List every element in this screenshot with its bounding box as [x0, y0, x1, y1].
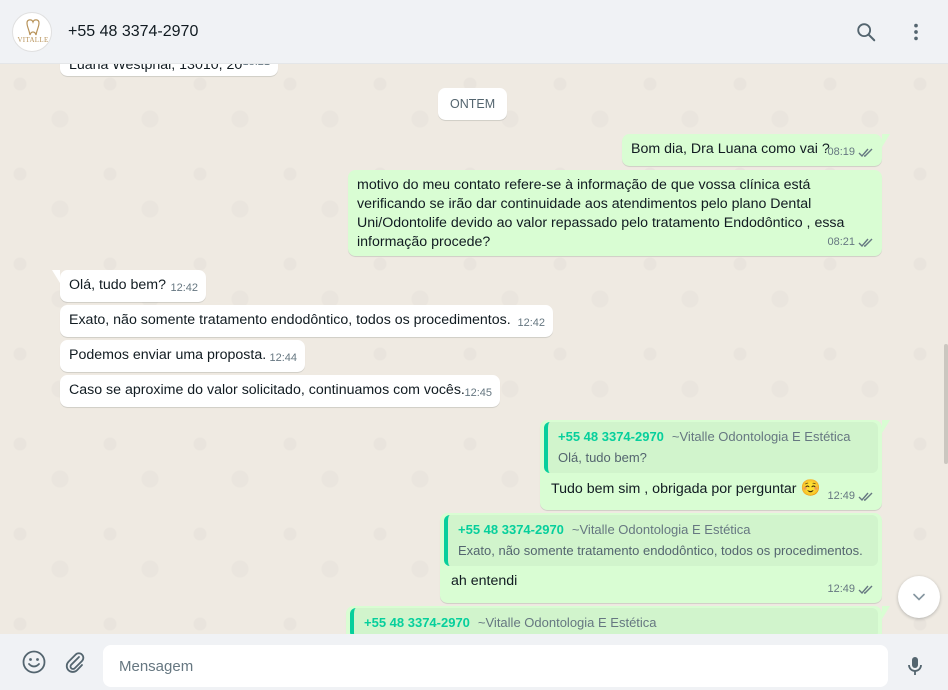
emoji-button[interactable]: [17, 645, 51, 679]
message-bubble-outgoing[interactable]: Bom dia, Dra Luana como vai ? 08:19: [622, 134, 890, 166]
message-meta: 12:44: [269, 349, 297, 368]
message-text: Exato, não somente tratamento endodôntic…: [69, 312, 511, 328]
message-text: motivo do meu contato refere-se à inform…: [357, 177, 845, 250]
quoted-author-name: ~Vitalle Odontologia E Estética: [477, 615, 657, 630]
search-icon: [857, 23, 876, 42]
composer-bar: [0, 634, 948, 690]
double-check-icon: [858, 148, 873, 158]
message-bubble-incoming[interactable]: Olá, tudo bem? 12:42: [52, 270, 206, 302]
double-check-icon: [858, 238, 873, 248]
message-bubble-outgoing-reply[interactable]: +55 48 3374-2970 ~Vitalle Odontologia E E…: [346, 606, 890, 634]
scrollbar[interactable]: [944, 344, 948, 464]
header-actions: [846, 0, 948, 64]
date-separator: ONTEM: [438, 88, 508, 120]
message-meta: 12:45: [464, 384, 492, 403]
quoted-author-name: ~Vitalle Odontologia E Estética: [671, 429, 851, 444]
contact-avatar[interactable]: VITALLE: [12, 11, 52, 52]
message-time: 12:44: [269, 352, 297, 364]
double-check-icon: [858, 585, 873, 595]
tooth-logo-icon: [26, 18, 40, 35]
message-bubble-outgoing[interactable]: motivo do meu contato refere-se à inform…: [348, 170, 882, 256]
message-bubble-partial[interactable]: Luana Westphal, 13010, 20 18:21: [60, 64, 278, 76]
quoted-message[interactable]: +55 48 3374-2970 ~Vitalle Odontologia E E…: [350, 608, 878, 634]
attach-button[interactable]: [58, 645, 92, 679]
message-bubble-incoming[interactable]: Podemos enviar uma proposta. 12:44: [60, 340, 305, 372]
quoted-author: +55 48 3374-2970: [364, 615, 470, 630]
message-text: ah entendi: [451, 573, 518, 589]
kebab-menu-icon: [914, 23, 918, 41]
contact-name[interactable]: +55 48 3374-2970: [68, 23, 198, 41]
scroll-to-bottom-button[interactable]: [898, 576, 940, 618]
message-bubble-incoming[interactable]: Caso se aproxime do valor solicitado, co…: [60, 375, 500, 407]
message-text: Podemos enviar uma proposta.: [69, 347, 267, 363]
chat-header: VITALLE +55 48 3374-2970: [0, 0, 948, 64]
message-input[interactable]: [103, 645, 888, 687]
chevron-down-icon: [913, 593, 925, 601]
message-meta: 08:19: [827, 143, 874, 162]
quoted-text: Olá, tudo bem?: [558, 450, 647, 465]
double-check-icon: [858, 492, 873, 502]
message-text: Olá, tudo bem?: [69, 277, 167, 293]
quoted-author: +55 48 3374-2970: [458, 522, 564, 537]
quoted-text: Exato, não somente tratamento endodôntic…: [458, 543, 863, 558]
microphone-icon: [908, 657, 922, 675]
message-meta: 12:49: [827, 487, 874, 506]
message-text: Tudo bem sim , obrigada por perguntar: [551, 481, 797, 497]
message-time: 08:19: [827, 146, 855, 158]
message-time: 12:42: [517, 317, 545, 329]
message-time: 12:45: [464, 387, 492, 399]
message-time: 12:49: [827, 583, 855, 595]
message-bubble-outgoing-reply[interactable]: +55 48 3374-2970 ~Vitalle Odontologia E E…: [440, 513, 882, 603]
message-meta: 12:42: [170, 279, 198, 298]
message-text: Bom dia, Dra Luana como vai ?: [631, 141, 830, 157]
message-bubble-incoming[interactable]: Exato, não somente tratamento endodôntic…: [60, 305, 553, 337]
message-time: 12:42: [170, 282, 198, 294]
emoji-icon: [22, 650, 46, 674]
message-text: Luana Westphal, 13010, 20: [69, 64, 243, 73]
message-text: Caso se aproxime do valor solicitado, co…: [69, 382, 465, 398]
avatar-logo-text: VITALLE: [17, 35, 49, 44]
message-meta: 18:21: [242, 64, 270, 72]
message-meta: 12:49: [827, 580, 874, 599]
quoted-message[interactable]: +55 48 3374-2970 ~Vitalle Odontologia E E…: [444, 515, 878, 566]
paperclip-icon: [65, 652, 85, 673]
message-time: 12:49: [827, 490, 855, 502]
quoted-author-name: ~Vitalle Odontologia E Estética: [571, 522, 751, 537]
message-time: 08:21: [827, 236, 855, 248]
microphone-button[interactable]: [898, 649, 932, 683]
quoted-message[interactable]: +55 48 3374-2970 ~Vitalle Odontologia E E…: [544, 422, 878, 473]
menu-button[interactable]: [896, 12, 936, 52]
smiling-emoji: ☺️: [800, 480, 821, 497]
message-time: 18:21: [242, 64, 270, 72]
message-meta: 12:42: [517, 314, 545, 333]
quoted-author: +55 48 3374-2970: [558, 429, 664, 444]
search-button[interactable]: [846, 12, 886, 52]
message-meta: 08:21: [827, 233, 874, 252]
message-bubble-outgoing-reply[interactable]: +55 48 3374-2970 ~Vitalle Odontologia E E…: [540, 420, 890, 510]
message-list[interactable]: Luana Westphal, 13010, 20 18:21 ONTEM Bo…: [0, 64, 948, 634]
